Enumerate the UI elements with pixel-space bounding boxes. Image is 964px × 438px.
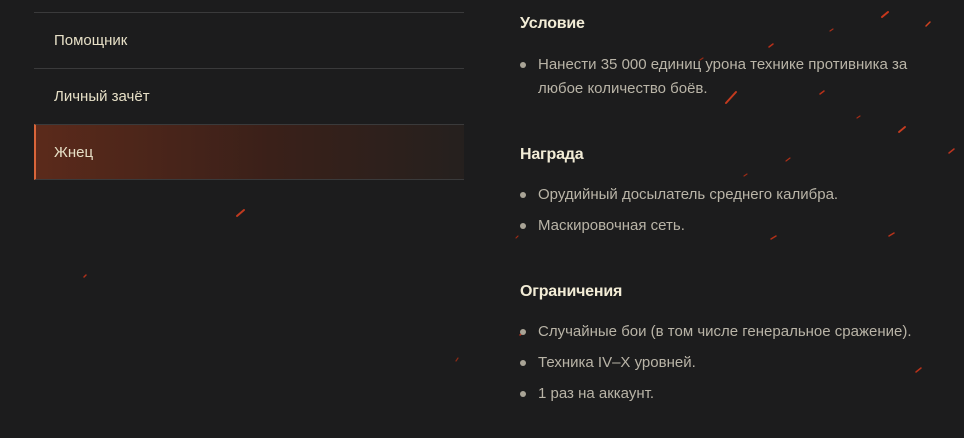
sidebar-item-label: Помощник (54, 32, 128, 49)
condition-item: Нанести 35 000 единиц урона технике прот… (520, 53, 950, 101)
limits-heading: Ограничения (520, 283, 623, 300)
sidebar-nav: Помощник Личный зачёт Жнец (34, 12, 464, 180)
bullet-icon (520, 192, 526, 198)
reward-item: Орудийный досылатель среднего калибра. (520, 183, 950, 207)
bullet-icon (520, 391, 526, 397)
limit-item: Случайные бои (в том числе генеральное с… (520, 320, 950, 344)
limit-item-text: 1 раз на аккаунт. (538, 385, 654, 402)
reward-item-text: Маскировочная сеть. (538, 217, 685, 234)
bullet-icon (520, 223, 526, 229)
bullet-icon (520, 62, 526, 68)
limit-item: 1 раз на аккаунт. (520, 382, 950, 406)
sidebar-item-label: Жнец (54, 143, 94, 161)
reward-item: Маскировочная сеть. (520, 214, 950, 238)
sidebar-item-label: Личный зачёт (54, 88, 150, 105)
sidebar-item-personal-score[interactable]: Личный зачёт (34, 68, 464, 124)
condition-item-text: Нанести 35 000 единиц урона технике прот… (538, 56, 908, 97)
sidebar-item-helper[interactable]: Помощник (34, 12, 464, 68)
sidebar-item-reaper[interactable]: Жнец (34, 124, 464, 180)
reward-item-text: Орудийный досылатель среднего калибра. (538, 186, 839, 203)
condition-heading: Условие (520, 15, 585, 32)
bullet-icon (520, 329, 526, 335)
bullet-icon (520, 360, 526, 366)
limit-item: Техника IV–X уровней. (520, 351, 950, 375)
reward-heading: Награда (520, 146, 584, 163)
limit-item-text: Случайные бои (в том числе генеральное с… (538, 323, 912, 340)
limit-item-text: Техника IV–X уровней. (538, 354, 696, 371)
